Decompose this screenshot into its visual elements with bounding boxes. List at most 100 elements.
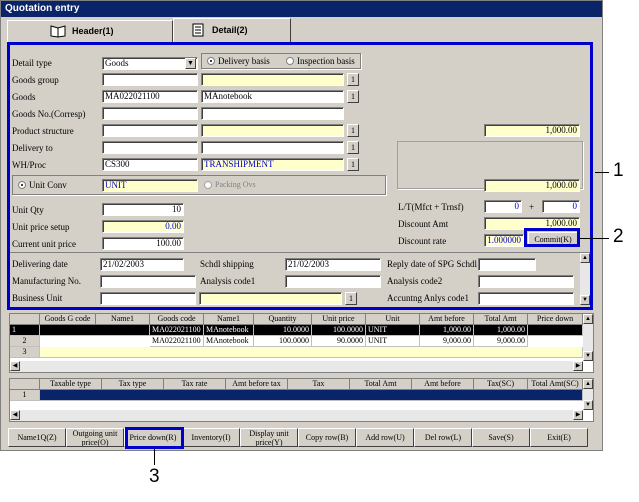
product-structure-code-field[interactable] [102,124,198,137]
col-tax-sc[interactable]: Tax(SC) [474,379,528,390]
name1q-button[interactable]: Name1Q(Z) [8,428,66,447]
col-total-amt[interactable]: Total Amt [474,314,528,325]
col-price-down[interactable]: Price down [528,314,583,325]
goods-group-label: Goods group [12,75,59,85]
display-unit-price-button[interactable]: Display unit price(Y) [240,428,298,447]
col-tax-type[interactable]: Tax type [102,379,164,390]
col-tax[interactable]: Tax [288,379,350,390]
business-unit-lookup-button[interactable]: 1 [345,292,357,305]
delivering-date-field[interactable]: 21/02/2003 [100,258,184,271]
col-total-amt[interactable]: Total Amt [350,379,412,390]
scroll-left-icon[interactable]: ◀ [10,410,20,420]
unit-field: UNIT [102,179,198,192]
scroll-left-icon[interactable]: ◀ [10,361,20,371]
exit-button[interactable]: Exit(E) [530,428,588,447]
tax-grid-scrollbar[interactable]: ▲ ▼ [583,379,593,410]
schdl-shipping-field[interactable]: 21/02/2003 [285,258,381,271]
col-tax-rate[interactable]: Tax rate [164,379,226,390]
scroll-up-icon[interactable]: ▲ [580,253,590,263]
scroll-right-icon[interactable]: ▶ [573,361,583,371]
delivery-basis-radio[interactable] [207,57,215,65]
current-unit-price-field[interactable]: 100.00 [102,237,184,250]
delivery-to-lookup-button[interactable]: 1 [347,141,359,154]
add-row-label: Add row(U) [365,433,405,442]
tax-grid-hscrollbar[interactable]: ◀ ▶ [10,410,583,421]
col-taxable-type[interactable]: Taxable type [40,379,102,390]
copy-row-button[interactable]: Copy row(B) [298,428,356,447]
row-number: 1 [10,325,40,336]
goods-name-field[interactable]: MAnotebook [201,90,344,103]
goods-lookup-button[interactable]: 1 [347,90,359,103]
col-total-amt-sc[interactable]: Total Amt(SC) [528,379,583,390]
inspection-basis-label: Inspection basis [297,56,355,66]
add-row-button[interactable]: Add row(U) [356,428,414,447]
cell-price: 90.0000 [312,336,366,347]
detail-type-select[interactable]: Goods ▼ [102,57,198,70]
packing-ovs-radio[interactable] [204,181,212,189]
lt-trnsf-field[interactable]: 0 [542,200,580,213]
del-row-button[interactable]: Del row(L) [414,428,472,447]
col-unit-price[interactable]: Unit price [312,314,366,325]
discount-rate-field: 1.000000 [484,234,524,247]
col-amt-before-tax[interactable]: Amt before tax [226,379,288,390]
product-structure-lookup-button[interactable]: 1 [347,124,359,137]
col-quantity[interactable]: Quantity [254,314,312,325]
tab-detail[interactable]: Detail(2) [173,18,291,42]
lt-mfct-field[interactable]: 0 [484,200,522,213]
analysis-code2-field[interactable] [478,275,574,288]
tax-grid: Taxable type Tax type Tax rate Amt befor… [9,378,594,422]
goods-grid-scrollbar[interactable]: ▲ ▼ [583,314,593,361]
col-name1b[interactable]: Name1 [204,314,254,325]
scroll-down-icon[interactable]: ▼ [580,295,590,305]
goods-grid-hscrollbar[interactable]: ◀ ▶ [10,361,583,372]
scroll-right-icon[interactable]: ▶ [573,410,583,420]
business-unit-code-field[interactable] [100,292,196,305]
col-amt-before[interactable]: Amt before [412,379,474,390]
unit-qty-field[interactable]: 10 [102,203,184,216]
col-goods-code[interactable]: Goods code [150,314,204,325]
goods-code-field[interactable]: MA022021100 [102,90,198,103]
business-unit-label: Business Unit [12,293,63,303]
col-amt-before[interactable]: Amt before [420,314,474,325]
cell-amt: 9,000.00 [420,336,474,347]
subform-scrollbar[interactable]: ▲ ▼ [580,253,590,305]
col-name1[interactable]: Name1 [96,314,150,325]
delivery-to-code-field[interactable] [102,141,198,154]
wh-proc-label: WH/Proc [12,160,46,170]
goods-label: Goods [12,92,36,102]
wh-proc-lookup-button[interactable]: 1 [347,158,359,171]
accnting-anlys-field[interactable] [478,292,574,305]
inspection-basis-radio[interactable] [286,57,294,65]
scroll-up-icon[interactable]: ▲ [583,379,593,389]
scroll-down-icon[interactable]: ▼ [583,400,593,410]
outgoing-unit-price-button[interactable]: Outgoing unit price(O) [66,428,124,447]
delivery-to-name-field[interactable] [201,141,344,154]
manufacturing-no-field[interactable] [100,275,196,288]
chevron-down-icon[interactable]: ▼ [185,58,196,69]
save-button[interactable]: Save(S) [472,428,530,447]
reply-date-field[interactable] [478,258,536,271]
goods-no-label: Goods No.(Corresp) [12,109,86,119]
col-goods-g-code[interactable]: Goods G code [40,314,96,325]
tab-header[interactable]: Header(1) [7,20,173,42]
wh-proc-code-field[interactable]: CS300 [102,158,198,171]
goods-no-code-field[interactable] [102,107,198,120]
scroll-up-icon[interactable]: ▲ [583,314,593,324]
goods-group-code-field[interactable] [102,73,198,86]
analysis-code1-field[interactable] [285,275,381,288]
unit-price-setup-label: Unit price setup [12,222,70,232]
tab-detail-label: Detail(2) [212,25,248,35]
row-number: 3 [10,347,40,358]
col-unit[interactable]: Unit [366,314,420,325]
copy-row-label: Copy row(B) [305,433,349,442]
unit-conv-radio[interactable] [18,181,26,189]
row-empty [40,347,583,358]
goods-group-lookup-button[interactable]: 1 [347,73,359,86]
goods-no-name-field[interactable] [201,107,344,120]
cell-goods-g [40,325,150,336]
goods-grid: Goods G code Name1 Goods code Name1 Quan… [9,313,594,373]
save-label: Save(S) [488,433,514,442]
scroll-down-icon[interactable]: ▼ [583,351,593,361]
inventory-button[interactable]: Inventory(I) [182,428,240,447]
packing-ovs-label: Packing Ovs [215,180,256,189]
